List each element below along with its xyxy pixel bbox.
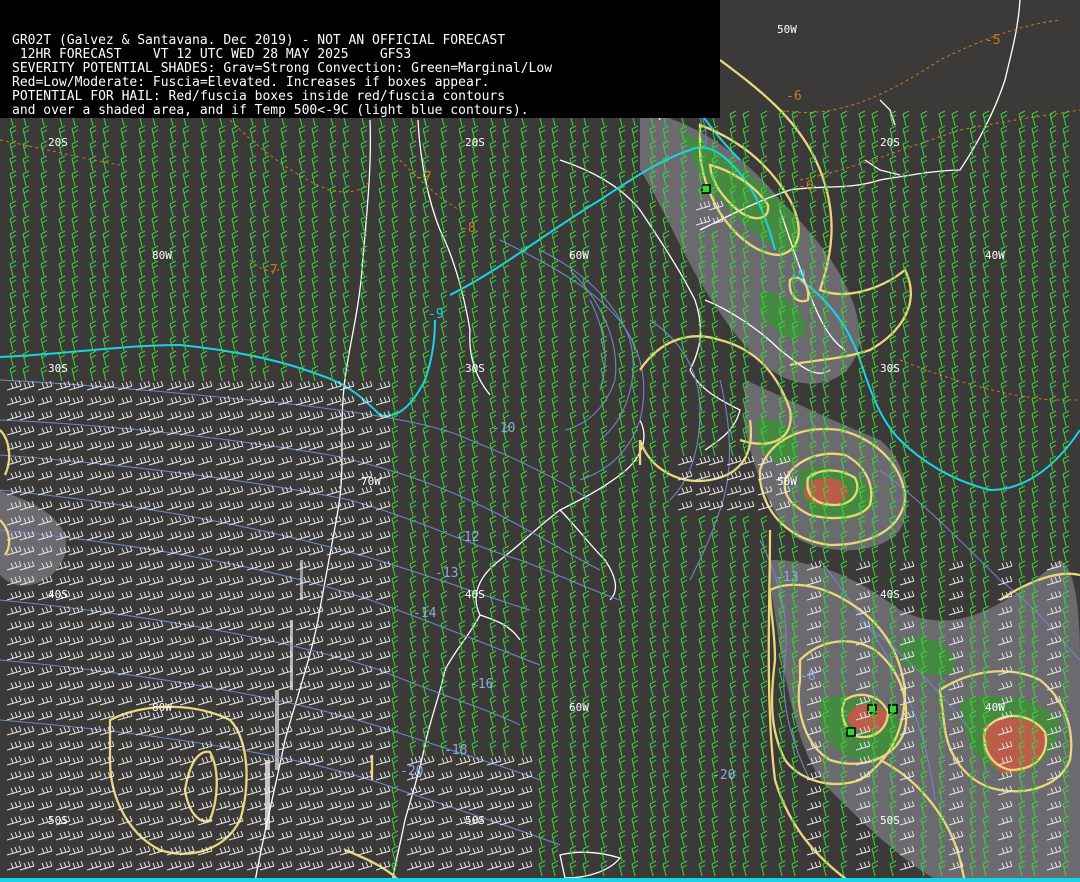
lat-label-20s-east: 20S <box>880 136 900 149</box>
lon-label-70w-mid: 70W <box>361 475 381 488</box>
temp-label-m12: -12 <box>456 530 479 545</box>
temp-label-m20-east: -20 <box>712 768 735 783</box>
temp-label-orange-m8: -8 <box>460 221 476 236</box>
lon-label-50w-mid: 50W <box>777 475 797 488</box>
temp-label-orange-m7: -7 <box>416 170 432 185</box>
bottom-border <box>0 878 1080 882</box>
temp-label-m16: -16 <box>470 677 493 692</box>
lat-label-30s-east: 30S <box>880 362 900 375</box>
lon-label-40w-south: 40W <box>985 701 1005 714</box>
lon-label-40w-north: 40W <box>985 249 1005 262</box>
header-severity-line: SEVERITY POTENTIAL SHADES: Grav=Strong C… <box>12 61 553 76</box>
header-forecast-line: 12HR FORECAST VT 12 UTC WED 28 MAY 2025 … <box>12 47 412 62</box>
lon-label-60w-north: 60W <box>569 249 589 262</box>
map-canvas: 20S 20S 20S 30S 30S 30S 40S 40S 40S 50S … <box>0 0 1080 882</box>
header-hail-line: POTENTIAL FOR HAIL: Red/fuscia boxes ins… <box>12 89 506 104</box>
temp-label-m14: -14 <box>413 606 437 621</box>
temp-label-orange-m6b: -6 <box>798 179 814 194</box>
temp-label-m9-east: -9 <box>790 268 806 283</box>
temp-label-m18: -18 <box>444 743 467 758</box>
temp-label-m13: -13 <box>435 566 458 581</box>
forecast-header: GR02T (Galvez & Santavana. Dec 2019) - N… <box>0 0 720 118</box>
forecast-map: 20S 20S 20S 30S 30S 30S 40S 40S 40S 50S … <box>0 0 1080 882</box>
header-temp-line: and over a shaded area, and if Temp 500<… <box>12 103 529 118</box>
temp-label-orange-m7b: -7 <box>262 263 278 278</box>
lat-label-50s-east: 50S <box>880 814 900 827</box>
lat-label-20s-west: 20S <box>48 136 68 149</box>
temp-label-orange-m5: -5 <box>985 33 1001 48</box>
lat-label-50s-mid: 50S <box>465 814 485 827</box>
lat-label-40s-east: 40S <box>880 588 900 601</box>
lon-label-80w-north: 80W <box>152 249 172 262</box>
lat-label-50s-west: 50S <box>48 814 68 827</box>
lon-label-50w-top: 50W <box>777 23 797 36</box>
temp-label-m8: -8 <box>800 669 816 684</box>
temp-label-m13-east: -13 <box>775 570 798 585</box>
temp-label-m20-west: -20 <box>400 764 423 779</box>
lat-label-20s-mid: 20S <box>465 136 485 149</box>
lon-label-60w-south: 60W <box>569 701 589 714</box>
lon-label-80w-south: 80W <box>152 701 172 714</box>
hail-box <box>701 184 711 194</box>
header-shade-line: Red=Low/Moderate: Fuscia=Elevated. Incre… <box>12 75 490 90</box>
temp-label-orange-m6: -6 <box>786 89 802 104</box>
header-title-line: GR02T (Galvez & Santavana. Dec 2019) - N… <box>12 33 506 48</box>
temp-label-m10: -10 <box>492 421 515 436</box>
lat-label-40s-mid: 40S <box>465 588 485 601</box>
temp-label-m9-west: -9 <box>428 307 444 322</box>
lat-label-40s-west: 40S <box>48 588 68 601</box>
lat-label-30s-west: 30S <box>48 362 68 375</box>
lat-label-30s-mid: 30S <box>465 362 485 375</box>
hail-box <box>846 727 856 737</box>
